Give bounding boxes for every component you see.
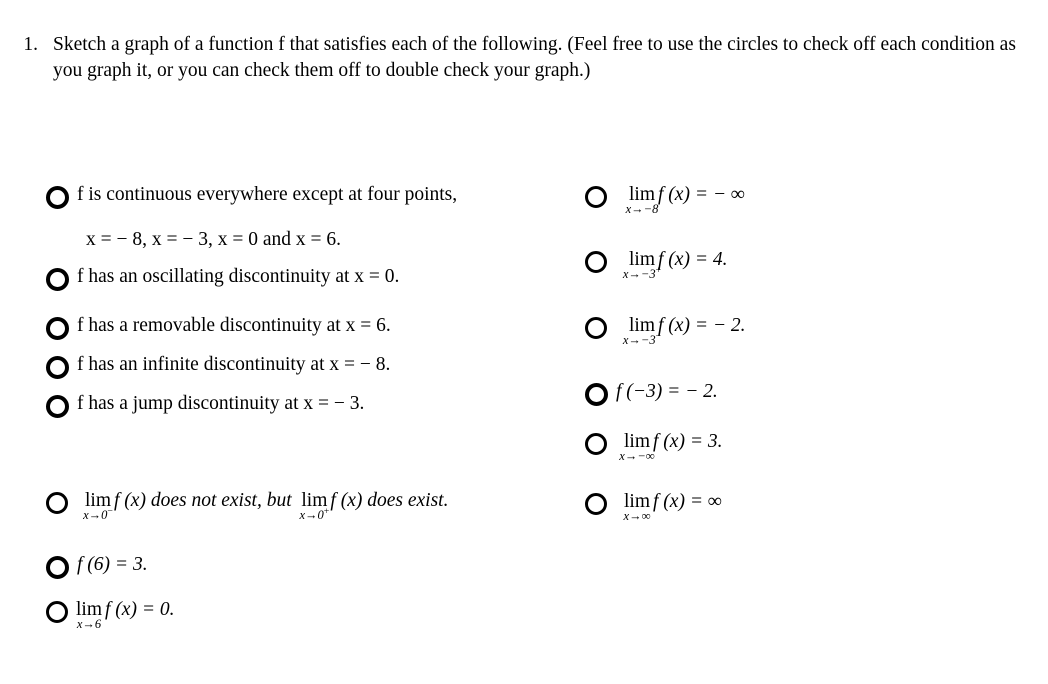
limit-operator: lim x→0− (83, 490, 113, 522)
condition-label: lim x→−3+ f (x) = 4. (622, 248, 728, 281)
condition-limit-at-neg-eight[interactable]: lim x→−8 f (x) = − ∞ (585, 183, 745, 216)
limit-subscript: x→−3− (622, 330, 662, 347)
limit-operator: lim x→−∞ (619, 431, 655, 463)
limit-operator: lim x→−8 (625, 184, 659, 216)
condition-label: lim x→−∞ f (x) = 3. (619, 430, 723, 463)
condition-label: lim x→−8 f (x) = − ∞ (625, 183, 745, 216)
condition-label: f has a jump discontinuity at x = − 3. (77, 393, 365, 414)
limit-subscript: x→−∞ (619, 449, 655, 463)
condition-one-sided-limits-at-zero[interactable]: lim x→0− f (x) does not exist, but lim x… (46, 489, 449, 522)
condition-removable-discontinuity[interactable]: f has a removable discontinuity at x = 6… (46, 314, 391, 340)
limit-expression: f (x) = 0. (105, 599, 175, 620)
checkoff-circle-icon[interactable] (46, 356, 69, 379)
limit-subscript: x→∞ (623, 509, 651, 523)
condition-limit-neg-three-from-left[interactable]: lim x→−3− f (x) = − 2. (585, 314, 746, 347)
limit-subscript: x→−3+ (622, 264, 662, 281)
question-text: Sketch a graph of a function f that sati… (53, 34, 1016, 81)
checkoff-circle-icon[interactable] (46, 492, 68, 514)
checkoff-circle-icon[interactable] (46, 317, 69, 340)
condition-infinite-discontinuity[interactable]: f has an infinite discontinuity at x = −… (46, 353, 390, 379)
condition-label: f has a removable discontinuity at x = 6… (77, 315, 391, 336)
limit-subscript: x→0− (83, 505, 113, 522)
condition-jump-discontinuity[interactable]: f has a jump discontinuity at x = − 3. (46, 392, 364, 418)
checkoff-circle-icon[interactable] (46, 601, 68, 623)
limit-subscript: x→0+ (299, 505, 330, 522)
condition-continuation-points: x = − 8, x = − 3, x = 0 and x = 6. (86, 229, 342, 250)
condition-label: lim x→−3− f (x) = − 2. (622, 314, 746, 347)
limit-operator: lim x→6 (76, 599, 103, 631)
checkoff-circle-icon[interactable] (585, 383, 608, 406)
limit-operator: lim x→−3− (622, 315, 662, 347)
checkoff-circle-icon[interactable] (46, 268, 69, 291)
limit-operator: lim x→−3+ (622, 249, 662, 281)
condition-label: f has an infinite discontinuity at x = −… (77, 354, 391, 375)
checkoff-circle-icon[interactable] (585, 251, 607, 273)
condition-limit-neg-three-from-right[interactable]: lim x→−3+ f (x) = 4. (585, 248, 728, 281)
limit-subscript: x→−8 (625, 202, 659, 216)
worksheet-page: { "prompt": { "number": "1.", "text": "S… (0, 0, 1048, 684)
condition-label: f (−3) = − 2. (616, 381, 718, 402)
limit-expression: f (x) = 3. (653, 431, 723, 452)
limit-expression: f (x) does exist. (330, 490, 449, 511)
condition-label: f is continuous everywhere except at fou… (77, 184, 458, 205)
limit-subscript: x→6 (76, 617, 102, 631)
checkoff-circle-icon[interactable] (585, 317, 607, 339)
limit-expression: f (x) = ∞ (653, 491, 722, 512)
condition-limit-at-six[interactable]: lim x→6 f (x) = 0. (46, 598, 175, 631)
condition-label: lim x→0− f (x) does not exist, but lim x… (83, 489, 449, 522)
checkoff-circle-icon[interactable] (585, 433, 607, 455)
limit-expression: f (x) = − ∞ (658, 184, 745, 205)
checkoff-circle-icon[interactable] (585, 493, 607, 515)
limit-operator: lim x→0+ (299, 490, 330, 522)
checkoff-circle-icon[interactable] (585, 186, 607, 208)
limit-expression: f (x) = − 2. (658, 315, 746, 336)
condition-limit-at-neg-infinity[interactable]: lim x→−∞ f (x) = 3. (585, 430, 723, 463)
checkoff-circle-icon[interactable] (46, 556, 69, 579)
condition-f-of-neg-three[interactable]: f (−3) = − 2. (585, 380, 718, 406)
limit-expression: f (x) = 4. (658, 249, 728, 270)
condition-continuous-except-four-points[interactable]: f is continuous everywhere except at fou… (46, 183, 457, 209)
condition-oscillating-discontinuity[interactable]: f has an oscillating discontinuity at x … (46, 265, 399, 291)
question-number: 1. (23, 34, 38, 55)
question-prompt: 1. Sketch a graph of a function f that s… (0, 32, 1040, 84)
condition-limit-at-pos-infinity[interactable]: lim x→∞ f (x) = ∞ (585, 490, 722, 523)
checkoff-circle-icon[interactable] (46, 395, 69, 418)
condition-label: lim x→6 f (x) = 0. (76, 598, 175, 631)
condition-f-of-six[interactable]: f (6) = 3. (46, 553, 148, 579)
condition-label: f has an oscillating discontinuity at x … (77, 266, 400, 287)
checkoff-circle-icon[interactable] (46, 186, 69, 209)
condition-label: lim x→∞ f (x) = ∞ (623, 490, 722, 523)
limit-operator: lim x→∞ (623, 491, 651, 523)
condition-label: f (6) = 3. (77, 554, 148, 575)
limit-expression: f (x) does not exist, but (114, 490, 292, 511)
